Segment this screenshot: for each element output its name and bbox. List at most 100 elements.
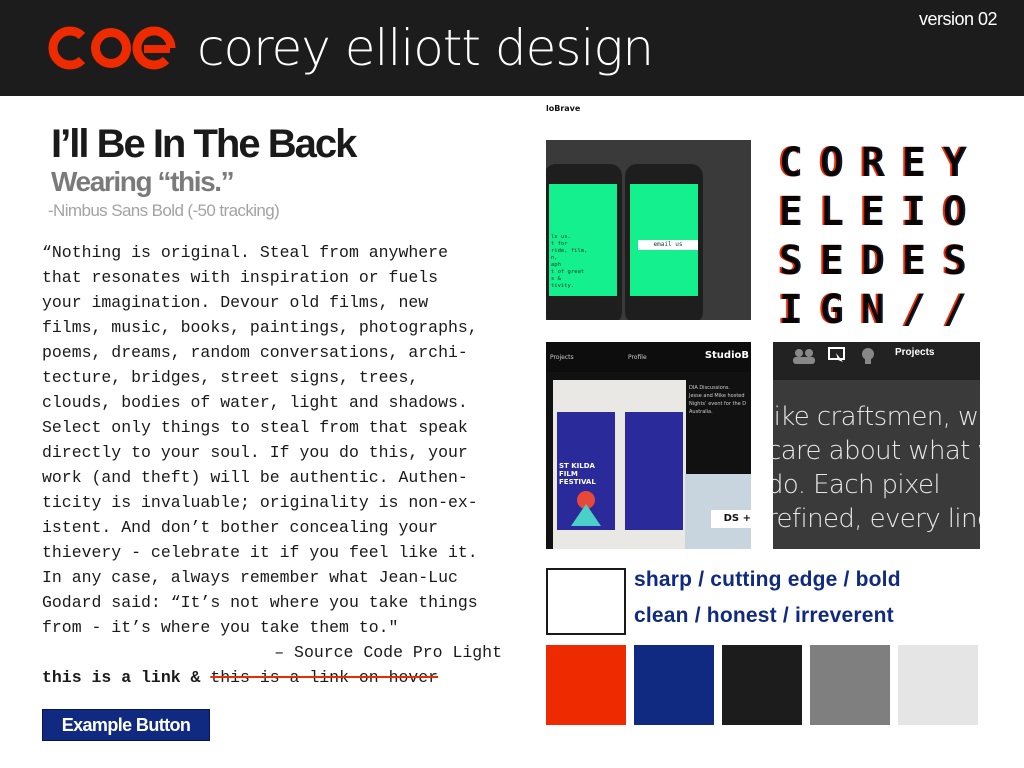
- quote-line: clouds, bodies of water, light and shado…: [42, 393, 468, 412]
- color-swatch-gray: [810, 645, 890, 725]
- grid-letter: DD: [853, 238, 893, 284]
- film-poster: [625, 412, 683, 530]
- site-header: corey elliott design version 02: [0, 0, 1024, 96]
- quote-line: Godard said: “It’s not where you take th…: [42, 593, 478, 612]
- phone-mockup: email us: [625, 164, 703, 320]
- quote-line: your imagination. Devour old films, new: [42, 293, 429, 312]
- color-swatch-red: [546, 645, 626, 725]
- grid-letter-face: E: [901, 140, 927, 186]
- grid-letter: OO: [935, 189, 975, 235]
- color-swatch-black: [722, 645, 802, 725]
- thumb-1-header: loBrave: [546, 104, 751, 120]
- thumbnail-app-mockup[interactable]: ls us. t for ride, film, n, aph t of gre…: [546, 140, 751, 320]
- grid-letter: SS: [773, 238, 811, 284]
- sample-link[interactable]: this is a link: [42, 668, 181, 687]
- quote-line: istent. And don’t bother concealing your: [42, 518, 439, 537]
- color-swatch-blue: [634, 645, 714, 725]
- quote-line: tecture, bridges, street signs, trees,: [42, 368, 419, 387]
- phone-screen: ls us. t for ride, film, n, aph t of gre…: [549, 184, 617, 296]
- grid-letter: GG: [812, 287, 852, 326]
- grid-letter: YY: [935, 140, 975, 186]
- grid-letter-face: S: [942, 238, 968, 284]
- quote-line: poems, dreams, random conversations, arc…: [42, 343, 468, 362]
- craftsmen-line: like craftsmen, we: [773, 402, 980, 432]
- grid-letter-face: E: [901, 238, 927, 284]
- thumb-3-nav-item: Projects: [550, 354, 574, 361]
- thumb-3-info: DIA Discussions. Jesse and Mike hosted N…: [689, 385, 747, 415]
- phone-mockup: ls us. t for ride, film, n, aph t of gre…: [546, 164, 622, 320]
- grid-letter-face: S: [778, 238, 804, 284]
- grid-letter: EE: [812, 238, 852, 284]
- grid-letter: EE: [894, 238, 934, 284]
- subheading-sample: Wearing “this.”: [51, 166, 235, 197]
- coe-logo-icon[interactable]: [46, 26, 176, 70]
- grid-letter-face: C: [778, 140, 804, 186]
- grid-letter: / /: [935, 287, 975, 326]
- quote-line: films, music, books, paintings, photogra…: [42, 318, 478, 337]
- thumbnail-film-poster[interactable]: Projects Profile StudioB DIA Discussions…: [546, 342, 751, 549]
- grid-letter-face: G: [819, 287, 845, 326]
- quote-line: ticity is invaluable; originality is non…: [42, 493, 478, 512]
- quote-line: “Nothing is original. Steal from anywher…: [42, 243, 448, 262]
- craftsmen-line: refined, every line o: [773, 504, 980, 534]
- grid-letter-face: /: [942, 287, 968, 326]
- example-button[interactable]: Example Button: [42, 709, 210, 741]
- screen-cursor-icon: [828, 347, 845, 362]
- grid-letter: RR: [853, 140, 893, 186]
- poster-figure-icon: [571, 491, 601, 526]
- grid-letter-face: /: [901, 287, 927, 326]
- grid-letter-face: O: [819, 140, 845, 186]
- thumb-3-brand: StudioB: [704, 350, 749, 361]
- white-swatch: [546, 568, 626, 635]
- keywords-line-2: clean / honest / irreverent: [634, 604, 894, 627]
- thumb-1-header-text: loBrave: [546, 104, 581, 113]
- team-icon: [793, 349, 815, 364]
- grid-letter-face: D: [860, 238, 886, 284]
- grid-letter-face: E: [819, 238, 845, 284]
- heading-sample: I’ll Be In The Back: [51, 122, 357, 166]
- grid-letter: / /: [894, 287, 934, 326]
- phone-copy: ls us. t for ride, film, n, aph t of gre…: [551, 234, 588, 289]
- head-icon: [862, 348, 874, 364]
- quote-line: thievery - celebrate it if you feel like…: [42, 543, 478, 562]
- poster-wall: ST KILDA FILM FESTIVAL: [553, 380, 686, 549]
- grid-letter-face: L: [819, 189, 845, 235]
- grid-letter: II: [894, 189, 934, 235]
- phone-screen: email us: [630, 184, 698, 296]
- body-quote: “Nothing is original. Steal from anywher…: [42, 240, 512, 640]
- brand-name[interactable]: corey elliott design: [197, 16, 654, 80]
- grid-letter: SS: [935, 238, 975, 284]
- craftsmen-copy: like craftsmen, we care about what we do…: [773, 400, 980, 536]
- poster-title: ST KILDA FILM FESTIVAL: [559, 462, 596, 486]
- email-pill: email us: [638, 240, 698, 250]
- thumb-4-tab: Projects: [895, 347, 935, 358]
- grid-letter-face: E: [778, 189, 804, 235]
- font-credit: – Source Code Pro Light: [274, 643, 502, 662]
- quote-line: that resonates with inspiration or fuels: [42, 268, 439, 287]
- thumbnail-letter-grid[interactable]: C C O O R R E E Y Y E E L L E E I I O O S S E E D D E E S S I I G G N N / / / /: [773, 140, 980, 326]
- thumb-3-cta: DS +: [711, 510, 751, 528]
- craftsmen-line: care about what we: [773, 436, 980, 466]
- thumb-3-nav-item: Profile: [628, 354, 647, 361]
- quote-line: Select only things to steal from that sp…: [42, 418, 468, 437]
- quote-line: directly to your soul. If you do this, y…: [42, 443, 468, 462]
- grid-letter-face: I: [778, 287, 804, 326]
- grid-letter: EE: [894, 140, 934, 186]
- grid-letter-face: I: [901, 189, 927, 235]
- letter-grid: C C O O R R E E Y Y E E L L E E I I O O S S E E D D E E S S I I G G N N / / / /: [773, 140, 980, 326]
- thumbnail-craftsmen[interactable]: Projects like craftsmen, we care about w…: [773, 342, 980, 549]
- craftsmen-line: do. Each pixel: [773, 470, 941, 500]
- sample-link-hover[interactable]: this is a link on hover: [210, 668, 438, 687]
- grid-letter: OO: [812, 140, 852, 186]
- film-poster: ST KILDA FILM FESTIVAL: [557, 412, 615, 530]
- grid-letter: LL: [812, 189, 852, 235]
- thumb-3-nav: Projects Profile StudioB: [546, 342, 751, 372]
- thumb-4-nav: Projects: [773, 342, 980, 380]
- grid-letter: EE: [853, 189, 893, 235]
- sea-photo: DS +: [685, 474, 751, 549]
- grid-letter-face: N: [860, 287, 886, 326]
- grid-letter-face: O: [942, 189, 968, 235]
- version-label: version 02: [918, 9, 998, 29]
- quote-line: work (and theft) will be authentic. Auth…: [42, 468, 468, 487]
- grid-letter: NN: [853, 287, 893, 326]
